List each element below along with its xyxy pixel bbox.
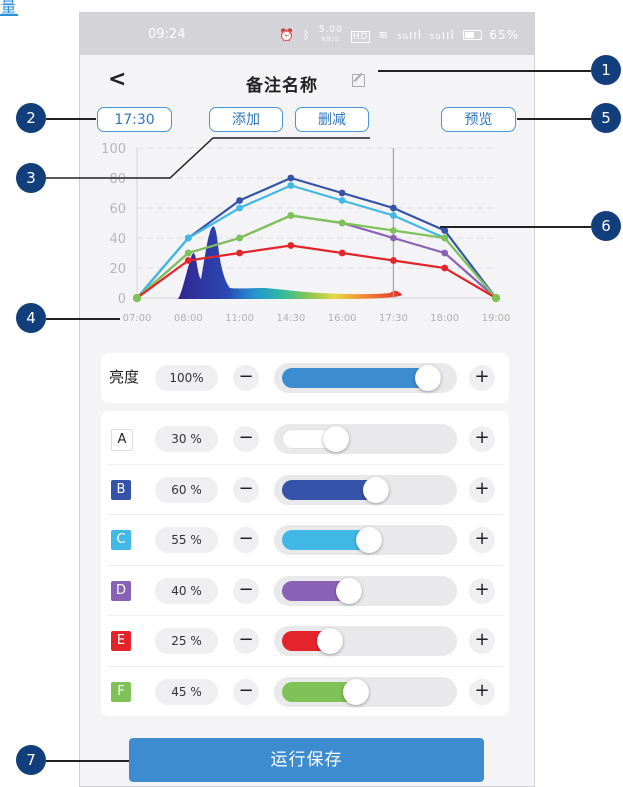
callout-marker-6: 6 xyxy=(591,211,621,241)
callout-marker-5: 5 xyxy=(591,103,621,133)
callout-marker-3: 3 xyxy=(16,163,46,193)
callout-line-3 xyxy=(46,137,370,179)
callout-marker-7: 7 xyxy=(16,745,46,775)
callout-marker-4: 4 xyxy=(16,303,46,333)
callout-marker-2: 2 xyxy=(16,103,46,133)
callout-marker-1: 1 xyxy=(591,55,621,85)
